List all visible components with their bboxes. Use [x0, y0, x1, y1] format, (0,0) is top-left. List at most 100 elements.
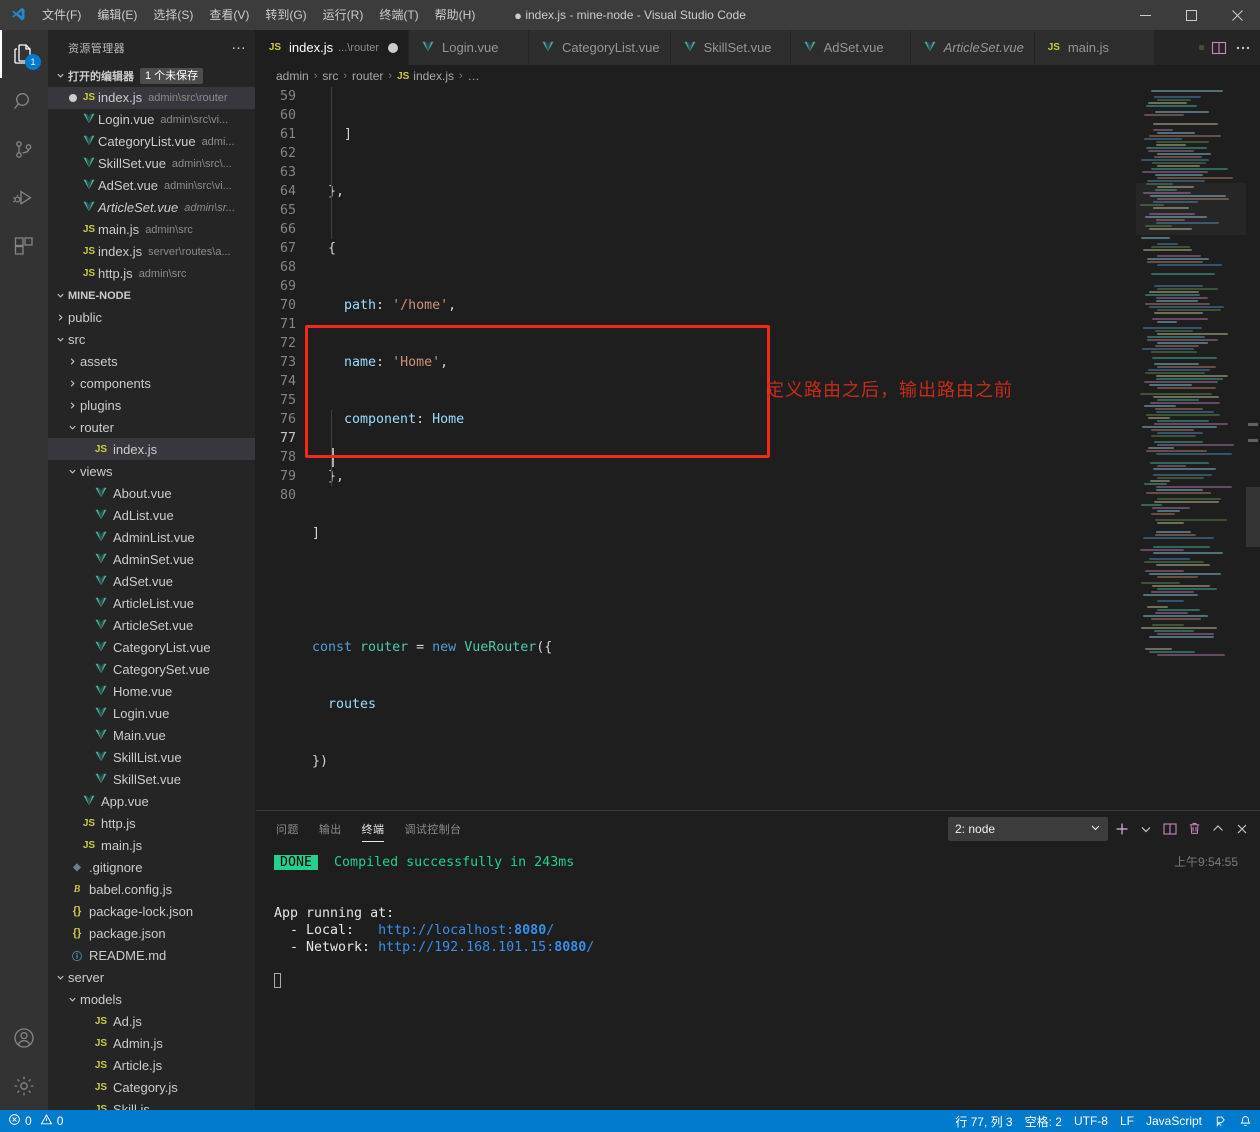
- activity-search[interactable]: [0, 78, 48, 126]
- menu-terminal[interactable]: 终端(T): [371, 0, 426, 30]
- tree-file[interactable]: ArticleList.vue: [48, 592, 255, 614]
- open-editor-item[interactable]: JSindex.jsserver\routes\a...: [48, 241, 255, 263]
- tree-file[interactable]: AdSet.vue: [48, 570, 255, 592]
- open-editor-item[interactable]: JSmain.jsadmin\src: [48, 219, 255, 241]
- code-editor[interactable]: 5960616263646566676869707172737475767778…: [256, 87, 1260, 810]
- open-editor-item[interactable]: CategoryList.vueadmi...: [48, 131, 255, 153]
- local-port[interactable]: 8080: [514, 923, 546, 938]
- activity-settings[interactable]: [0, 1062, 48, 1110]
- tree-folder[interactable]: models: [48, 988, 255, 1010]
- split-editor-icon[interactable]: [1208, 36, 1230, 60]
- open-editor-item[interactable]: ArticleSet.vueadmin\sr...: [48, 197, 255, 219]
- file-tree[interactable]: publicsrcassetscomponentspluginsrouterJS…: [48, 306, 255, 1110]
- maximize-panel-button[interactable]: [1208, 818, 1228, 840]
- editor-tab[interactable]: JSmain.js: [1035, 30, 1155, 65]
- tree-file[interactable]: JSindex.js: [48, 438, 255, 460]
- breadcrumb[interactable]: admin›src›router›JSindex.js›…: [256, 65, 1260, 87]
- status-notifications-icon[interactable]: [1233, 1110, 1258, 1132]
- tree-folder[interactable]: assets: [48, 350, 255, 372]
- editor-tab[interactable]: CategoryList.vue: [529, 30, 671, 65]
- activity-run-and-debug[interactable]: [0, 174, 48, 222]
- tree-file[interactable]: SkillList.vue: [48, 746, 255, 768]
- editor-tabs[interactable]: JSindex.js...\routerLogin.vueCategoryLis…: [256, 30, 1193, 65]
- tree-file[interactable]: AdminSet.vue: [48, 548, 255, 570]
- editor-more-actions-icon[interactable]: [1232, 36, 1254, 60]
- new-terminal-button[interactable]: [1112, 818, 1132, 840]
- tree-file[interactable]: Main.vue: [48, 724, 255, 746]
- split-terminal-button[interactable]: [1160, 818, 1180, 840]
- new-terminal-dropdown-icon[interactable]: [1136, 818, 1156, 840]
- maximize-button[interactable]: [1168, 0, 1214, 30]
- menu-bar[interactable]: 文件(F) 编辑(E) 选择(S) 查看(V) 转到(G) 运行(R) 终端(T…: [34, 0, 483, 30]
- network-url-suffix[interactable]: /: [586, 940, 594, 955]
- status-encoding[interactable]: UTF-8: [1068, 1110, 1114, 1132]
- open-editors-header[interactable]: 打开的编辑器 1 个未保存: [48, 65, 255, 87]
- panel-tab-terminal[interactable]: 终端: [362, 811, 385, 846]
- menu-help[interactable]: 帮助(H): [427, 0, 484, 30]
- project-root-row[interactable]: MINE-NODE: [48, 285, 255, 307]
- breadcrumb-item[interactable]: JSindex.js: [397, 69, 454, 83]
- editor-tab[interactable]: Login.vue: [409, 30, 529, 65]
- status-indentation[interactable]: 空格: 2: [1019, 1110, 1068, 1132]
- tree-folder[interactable]: server: [48, 966, 255, 988]
- kill-terminal-button[interactable]: [1184, 818, 1204, 840]
- tree-file[interactable]: JSAd.js: [48, 1010, 255, 1032]
- panel-tab-output[interactable]: 输出: [319, 811, 342, 846]
- tree-file[interactable]: Login.vue: [48, 702, 255, 724]
- status-cursor-position[interactable]: 行 77, 列 3: [949, 1110, 1018, 1132]
- breadcrumb-item[interactable]: src: [322, 69, 338, 83]
- editor-tab[interactable]: JSindex.js...\router: [256, 30, 409, 65]
- tree-file[interactable]: {}package.json: [48, 922, 255, 944]
- tab-dirty-indicator-icon[interactable]: [388, 43, 398, 53]
- tree-file[interactable]: Home.vue: [48, 680, 255, 702]
- menu-file[interactable]: 文件(F): [34, 0, 89, 30]
- tree-file[interactable]: JSmain.js: [48, 834, 255, 856]
- tree-folder[interactable]: src: [48, 328, 255, 350]
- open-editor-item[interactable]: JSindex.jsadmin\src\router: [48, 87, 255, 109]
- open-editor-item[interactable]: SkillSet.vueadmin\src\...: [48, 153, 255, 175]
- activity-source-control[interactable]: [0, 126, 48, 174]
- panel-tab-problems[interactable]: 问题: [276, 811, 299, 846]
- terminal-selector[interactable]: 2: node: [948, 817, 1108, 841]
- tree-file[interactable]: JSCategory.js: [48, 1076, 255, 1098]
- tree-file[interactable]: JSArticle.js: [48, 1054, 255, 1076]
- activity-extensions[interactable]: [0, 222, 48, 270]
- activity-explorer[interactable]: 1: [0, 30, 48, 78]
- scrollbar-thumb[interactable]: [1246, 487, 1260, 547]
- tree-file[interactable]: App.vue: [48, 790, 255, 812]
- editor-tab[interactable]: ArticleSet.vue: [911, 30, 1035, 65]
- tree-file[interactable]: CategoryList.vue: [48, 636, 255, 658]
- minimap-slider[interactable]: [1136, 183, 1246, 235]
- menu-selection[interactable]: 选择(S): [145, 0, 201, 30]
- code-content[interactable]: ] }, { path: '/home', name: 'Home', comp…: [312, 87, 1260, 810]
- tree-file[interactable]: ArticleSet.vue: [48, 614, 255, 636]
- status-problems[interactable]: 0 0: [2, 1110, 69, 1132]
- network-url-prefix[interactable]: http://192.168.101.15:: [378, 940, 554, 955]
- menu-run[interactable]: 运行(R): [315, 0, 372, 30]
- close-panel-button[interactable]: [1232, 818, 1252, 840]
- tree-folder[interactable]: router: [48, 416, 255, 438]
- tree-file[interactable]: SkillSet.vue: [48, 768, 255, 790]
- tree-folder[interactable]: views: [48, 460, 255, 482]
- tree-file[interactable]: ⓘREADME.md: [48, 944, 255, 966]
- activity-accounts[interactable]: [0, 1014, 48, 1062]
- editor-tab[interactable]: AdSet.vue: [791, 30, 911, 65]
- tree-folder[interactable]: public: [48, 306, 255, 328]
- tree-file[interactable]: About.vue: [48, 482, 255, 504]
- tree-file[interactable]: ◆.gitignore: [48, 856, 255, 878]
- status-feedback-icon[interactable]: [1208, 1110, 1233, 1132]
- tree-folder[interactable]: components: [48, 372, 255, 394]
- close-button[interactable]: [1214, 0, 1260, 30]
- tree-file[interactable]: JSSkill.js: [48, 1098, 255, 1110]
- tree-file[interactable]: CategorySet.vue: [48, 658, 255, 680]
- status-language-mode[interactable]: JavaScript: [1140, 1110, 1208, 1132]
- minimize-button[interactable]: [1122, 0, 1168, 30]
- network-port[interactable]: 8080: [554, 940, 586, 955]
- tree-file[interactable]: Bbabel.config.js: [48, 878, 255, 900]
- breadcrumb-item[interactable]: …: [468, 69, 480, 83]
- open-editor-item[interactable]: Login.vueadmin\src\vi...: [48, 109, 255, 131]
- local-url-prefix[interactable]: http://localhost:: [378, 923, 514, 938]
- open-editor-item[interactable]: JShttp.jsadmin\src: [48, 263, 255, 285]
- editor-vertical-scrollbar[interactable]: [1246, 87, 1260, 810]
- panel-tab-debug-console[interactable]: 调试控制台: [404, 811, 461, 846]
